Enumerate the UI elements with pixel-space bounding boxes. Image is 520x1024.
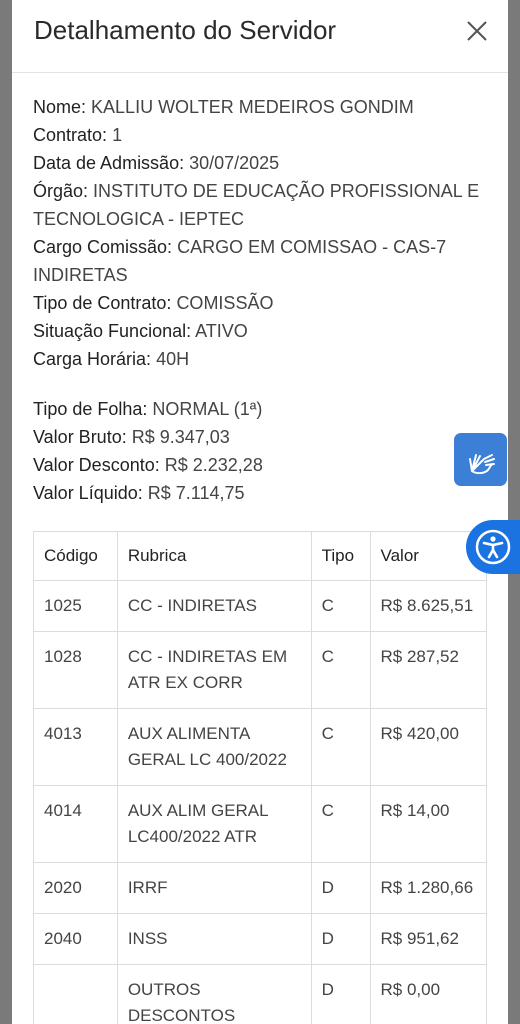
- info-bruto: Valor Bruto: R$ 9.347,03: [33, 423, 486, 451]
- cell-tipo: C: [310, 580, 371, 632]
- nome-label: Nome:: [33, 97, 87, 117]
- carga-label: Carga Horária:: [33, 349, 152, 369]
- desconto-value: R$ 2.232,28: [164, 455, 263, 475]
- header-codigo: Código: [33, 531, 118, 581]
- table-row: 2040 INSS D R$ 951,62: [33, 913, 488, 965]
- close-icon: [467, 21, 487, 41]
- cell-valor: R$ 1.280,66: [369, 862, 488, 914]
- cell-codigo: 1028: [33, 631, 118, 709]
- admissao-label: Data de Admissão:: [33, 153, 185, 173]
- info-contrato: Contrato: 1: [33, 121, 486, 149]
- info-orgao: Órgão: INSTITUTO DE EDUCAÇÃO PROFISSIONA…: [33, 177, 486, 233]
- server-detail-modal: Detalhamento do Servidor Nome: KALLIU WO…: [12, 0, 508, 1024]
- cell-rubrica: AUX ALIM GERAL LC400/2022 ATR: [116, 785, 312, 863]
- header-rubrica: Rubrica: [116, 531, 312, 581]
- info-desconto: Valor Desconto: R$ 2.232,28: [33, 451, 486, 479]
- cell-valor: R$ 287,52: [369, 631, 488, 709]
- accessibility-person-icon: [475, 529, 511, 565]
- cell-codigo: 2020: [33, 862, 118, 914]
- info-liquido: Valor Líquido: R$ 7.114,75: [33, 479, 486, 507]
- payroll-summary: Tipo de Folha: NORMAL (1ª) Valor Bruto: …: [33, 395, 486, 507]
- situacao-value: ATIVO: [195, 321, 248, 341]
- cell-tipo: D: [310, 964, 371, 1024]
- cell-rubrica: OUTROS DESCONTOS: [116, 964, 312, 1024]
- carga-value: 40H: [156, 349, 190, 369]
- desconto-label: Valor Desconto:: [33, 455, 160, 475]
- cell-valor: R$ 951,62: [369, 913, 488, 965]
- cell-codigo: 1025: [33, 580, 118, 632]
- server-info: Nome: KALLIU WOLTER MEDEIROS GONDIM Cont…: [33, 93, 486, 373]
- nome-value: KALLIU WOLTER MEDEIROS GONDIM: [91, 97, 414, 117]
- table-row: 2020 IRRF D R$ 1.280,66: [33, 862, 488, 914]
- cell-codigo: 4013: [33, 708, 118, 786]
- liquido-value: R$ 7.114,75: [147, 483, 245, 503]
- cell-tipo: D: [310, 862, 371, 914]
- modal-title: Detalhamento do Servidor: [34, 15, 337, 45]
- info-nome: Nome: KALLIU WOLTER MEDEIROS GONDIM: [33, 93, 486, 121]
- cell-valor: R$ 14,00: [369, 785, 488, 863]
- libras-button[interactable]: [454, 433, 507, 486]
- cell-tipo: C: [310, 785, 371, 863]
- cell-rubrica: CC - INDIRETAS EM ATR EX CORR: [116, 631, 312, 709]
- tipo-folha-label: Tipo de Folha:: [33, 399, 148, 419]
- cell-valor: R$ 0,00: [369, 964, 488, 1024]
- cell-valor: R$ 420,00: [369, 708, 488, 786]
- sign-language-hands-icon: [468, 453, 495, 474]
- orgao-label: Órgão:: [33, 181, 89, 201]
- liquido-label: Valor Líquido:: [33, 483, 143, 503]
- rubricas-table: Código Rubrica Tipo Valor 1025 CC - INDI…: [33, 531, 488, 1024]
- tipo-contrato-value: COMISSÃO: [176, 293, 274, 313]
- tipo-contrato-label: Tipo de Contrato:: [33, 293, 172, 313]
- info-tipo-folha: Tipo de Folha: NORMAL (1ª): [33, 395, 486, 423]
- cell-codigo: 4014: [33, 785, 118, 863]
- cell-codigo: [33, 964, 118, 1024]
- modal-header: Detalhamento do Servidor: [12, 0, 508, 73]
- table-row: 1025 CC - INDIRETAS C R$ 8.625,51: [33, 580, 488, 632]
- table-row: 4014 AUX ALIM GERAL LC400/2022 ATR C R$ …: [33, 785, 488, 863]
- table-row: 4013 AUX ALIMENTA GERAL LC 400/2022 C R$…: [33, 708, 488, 786]
- modal-body: Nome: KALLIU WOLTER MEDEIROS GONDIM Cont…: [12, 73, 508, 1024]
- info-cargo: Cargo Comissão: CARGO EM COMISSAO - CAS-…: [33, 233, 486, 289]
- admissao-value: 30/07/2025: [189, 153, 280, 173]
- table-row: OUTROS DESCONTOS D R$ 0,00: [33, 964, 488, 1024]
- info-situacao: Situação Funcional: ATIVO: [33, 317, 486, 345]
- cell-rubrica: CC - INDIRETAS: [116, 580, 312, 632]
- info-tipo-contrato: Tipo de Contrato: COMISSÃO: [33, 289, 486, 317]
- orgao-value: INSTITUTO DE EDUCAÇÃO PROFISSIONAL E TEC…: [33, 181, 480, 229]
- cell-rubrica: INSS: [116, 913, 312, 965]
- header-tipo: Tipo: [310, 531, 371, 581]
- cell-tipo: C: [310, 708, 371, 786]
- tipo-folha-value: NORMAL (1ª): [152, 399, 263, 419]
- table-header-row: Código Rubrica Tipo Valor: [33, 531, 488, 581]
- info-admissao: Data de Admissão: 30/07/2025: [33, 149, 486, 177]
- contrato-value: 1: [112, 125, 123, 145]
- cell-valor: R$ 8.625,51: [369, 580, 488, 632]
- cargo-label: Cargo Comissão:: [33, 237, 173, 257]
- info-carga: Carga Horária: 40H: [33, 345, 486, 373]
- rubricas-table-wrapper: Código Rubrica Tipo Valor 1025 CC - INDI…: [33, 531, 488, 1024]
- cell-codigo: 2040: [33, 913, 118, 965]
- accessibility-button[interactable]: [466, 520, 520, 574]
- cell-rubrica: IRRF: [116, 862, 312, 914]
- contrato-label: Contrato:: [33, 125, 108, 145]
- situacao-label: Situação Funcional:: [33, 321, 192, 341]
- table-row: 1028 CC - INDIRETAS EM ATR EX CORR C R$ …: [33, 631, 488, 709]
- cell-tipo: D: [310, 913, 371, 965]
- bruto-label: Valor Bruto:: [33, 427, 127, 447]
- cell-tipo: C: [310, 631, 371, 709]
- bruto-value: R$ 9.347,03: [131, 427, 230, 447]
- close-button[interactable]: [464, 18, 490, 44]
- cell-rubrica: AUX ALIMENTA GERAL LC 400/2022: [116, 708, 312, 786]
